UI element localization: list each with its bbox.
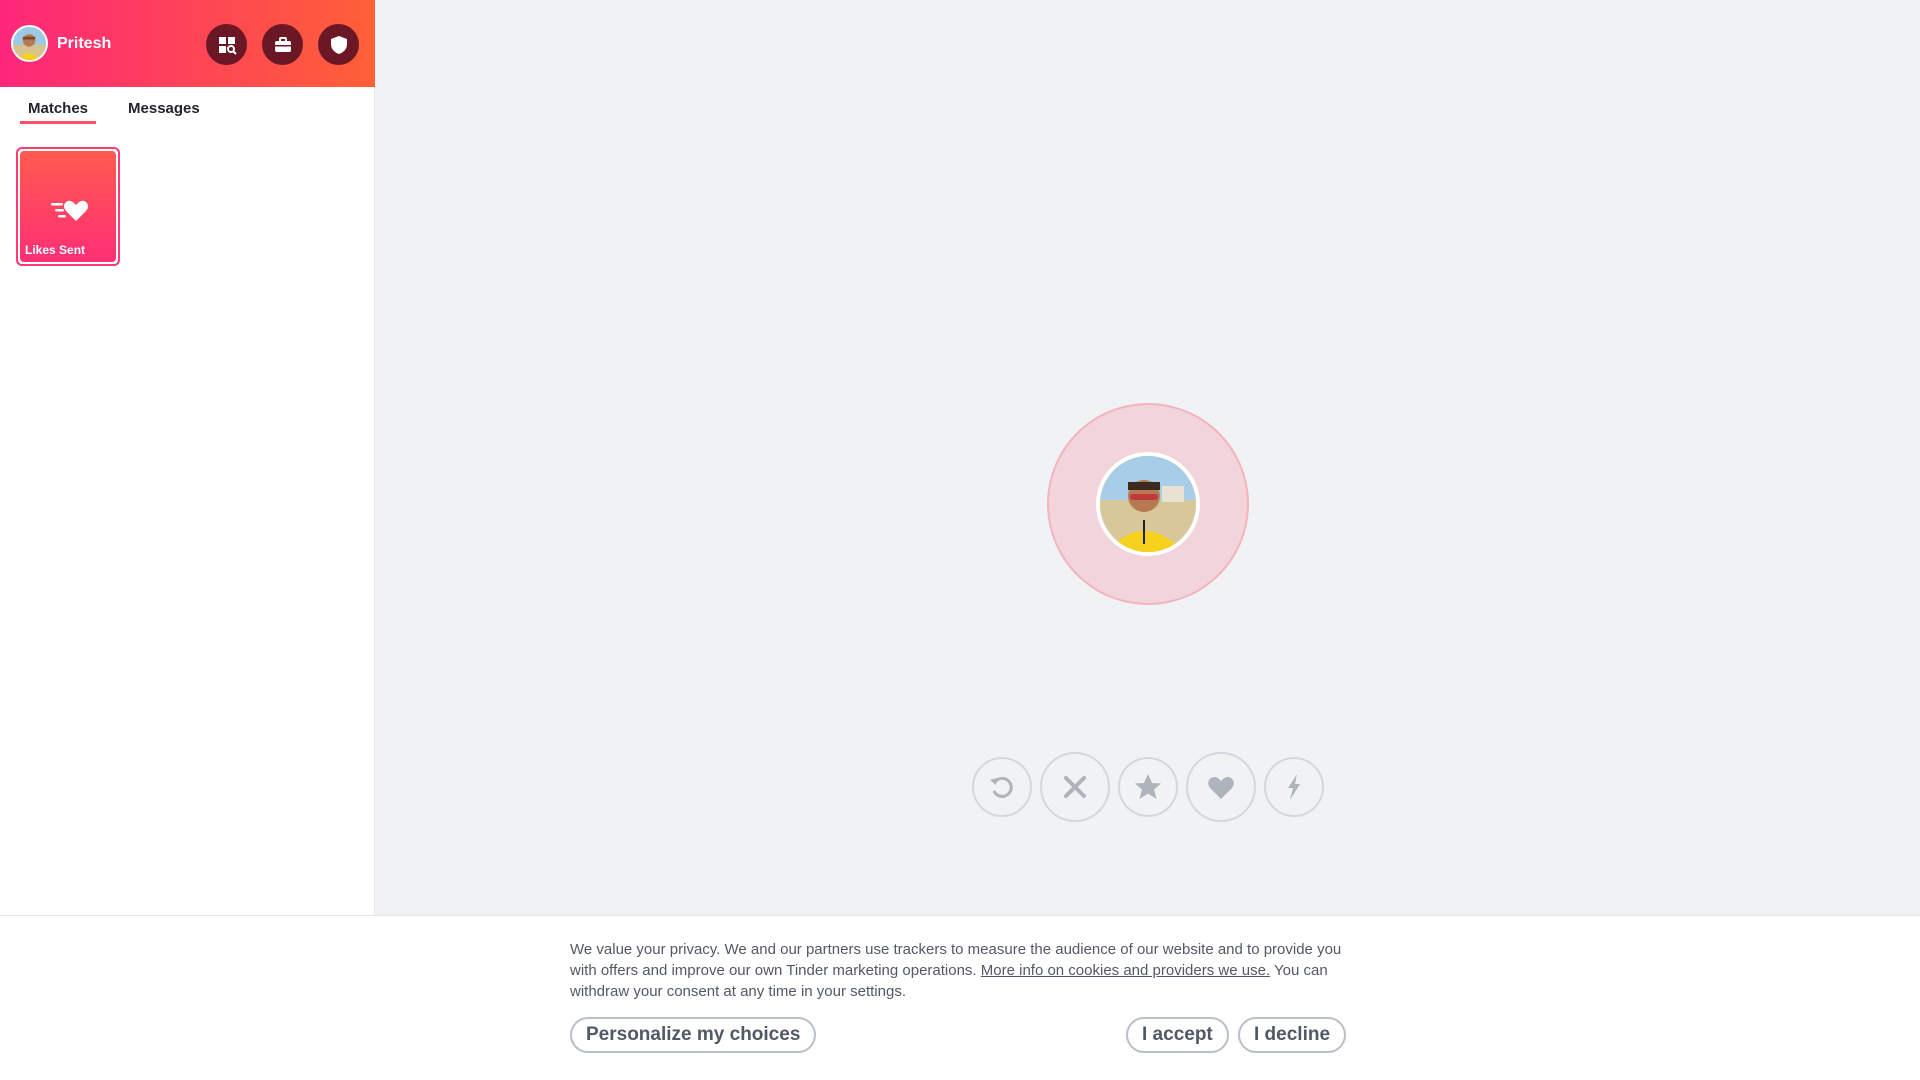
rewind-icon (990, 776, 1013, 798)
decline-button[interactable]: I decline (1238, 1017, 1347, 1053)
cookie-notice: We value your privacy. We and our partne… (570, 939, 1350, 1002)
avatar (11, 25, 48, 62)
sidebar-header: Pritesh (0, 0, 375, 87)
super-like-button[interactable] (1118, 757, 1178, 817)
like-button[interactable] (1186, 752, 1256, 822)
super-like-icon (1135, 774, 1161, 799)
explore-icon (218, 36, 237, 55)
boost-icon (1288, 774, 1300, 800)
like-icon (1208, 777, 1234, 799)
tab-matches[interactable]: Matches (20, 100, 97, 124)
cookie-consent-bar: We value your privacy. We and our partne… (0, 915, 1920, 1080)
main-area (376, 0, 1920, 915)
personalize-button[interactable]: Personalize my choices (570, 1017, 817, 1053)
action-bar (972, 752, 1324, 822)
likes-sent-card[interactable]: Likes Sent (16, 147, 120, 266)
work-mode-button[interactable] (262, 24, 303, 65)
profile-avatar (1096, 452, 1200, 556)
boost-button[interactable] (1264, 757, 1324, 817)
sidebar-tabs: Matches Messages (20, 100, 208, 124)
tab-messages[interactable]: Messages (120, 100, 208, 124)
cookie-info-link[interactable]: More info on cookies and providers we us… (981, 962, 1270, 979)
likes-sent-card-body: Likes Sent (20, 151, 116, 262)
likes-sent-label: Likes Sent (25, 243, 86, 257)
sidebar: Pritesh Matches Messages Likes Sent (0, 0, 375, 915)
explore-button[interactable] (206, 24, 247, 65)
shield-icon (330, 35, 347, 54)
nope-icon (1064, 776, 1086, 798)
profile-link[interactable]: Pritesh (11, 25, 111, 62)
profile-name: Pritesh (57, 34, 112, 52)
heart-speed-icon (51, 200, 88, 221)
rewind-button[interactable] (972, 757, 1032, 817)
briefcase-icon (274, 36, 291, 52)
accept-button[interactable]: I accept (1126, 1017, 1229, 1053)
nope-button[interactable] (1040, 752, 1110, 822)
safety-button[interactable] (318, 24, 359, 65)
